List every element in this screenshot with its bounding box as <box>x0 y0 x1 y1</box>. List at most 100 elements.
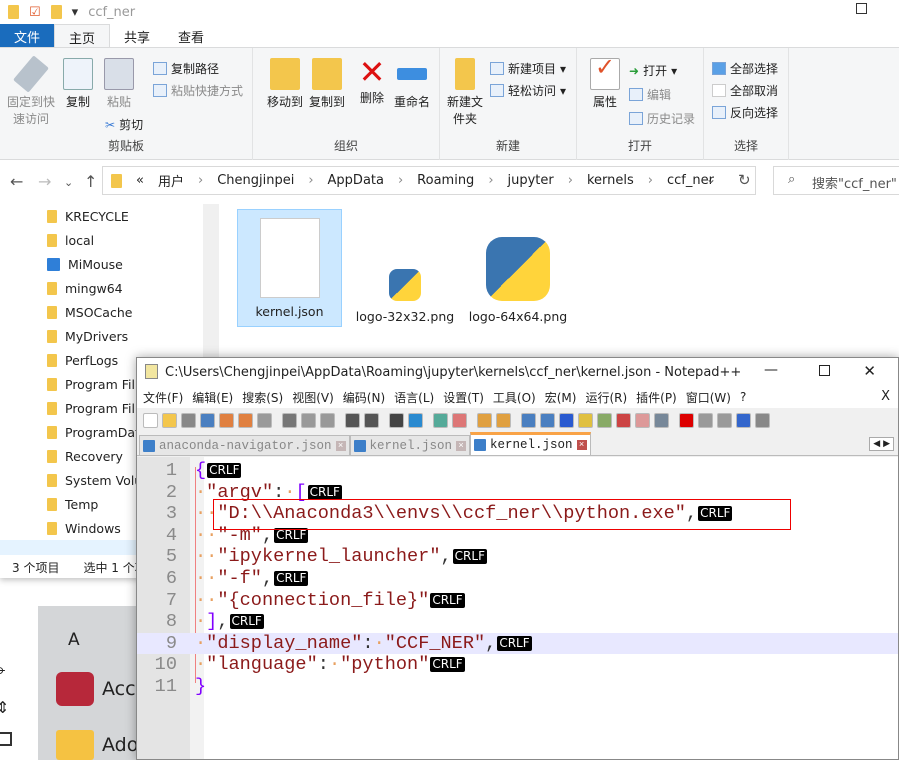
forward-button[interactable]: → <box>38 172 51 191</box>
monitor-icon[interactable] <box>654 412 669 428</box>
sidebar-item[interactable]: MyDrivers <box>0 324 219 348</box>
new-folder-icon[interactable] <box>50 5 62 19</box>
maximize-button[interactable] <box>856 3 867 14</box>
tab-close-icon[interactable]: × <box>456 440 467 451</box>
sync-h-icon[interactable] <box>496 412 511 428</box>
document-tab[interactable]: anaconda-navigator.json × <box>139 435 350 455</box>
menu-item[interactable]: ? <box>740 390 746 404</box>
zoom-in-icon[interactable] <box>433 412 448 428</box>
start-item-folder[interactable]: Ado <box>56 730 138 760</box>
save-macro-icon[interactable] <box>755 412 770 428</box>
breadcrumb-item[interactable]: jupyter <box>508 173 554 188</box>
maximize-button[interactable] <box>819 365 830 376</box>
sidebar-item[interactable]: MSOCache <box>0 300 219 324</box>
menu-item[interactable]: 运行(R) <box>585 389 627 406</box>
undo-icon[interactable] <box>345 412 360 428</box>
up-button[interactable]: ↑ <box>84 172 97 191</box>
sidebar-item[interactable]: MiMouse <box>0 252 219 276</box>
breadcrumb-item[interactable]: AppData <box>328 173 384 188</box>
find-icon[interactable] <box>389 412 404 428</box>
target-icon[interactable]: ⌖ <box>0 658 5 682</box>
menu-item[interactable]: 编码(N) <box>343 389 385 406</box>
tab-share[interactable]: 共享 <box>110 24 164 48</box>
tab-close-icon[interactable]: × <box>576 440 587 450</box>
easy-access-button[interactable]: 轻松访问 ▾ <box>490 82 566 99</box>
copy-icon[interactable] <box>301 412 316 428</box>
udl-icon[interactable] <box>578 412 593 428</box>
folder-workspace-icon[interactable] <box>635 412 650 428</box>
tab-scroll-arrows[interactable]: ◀ ▶ <box>869 437 894 451</box>
play-macro-icon[interactable] <box>717 412 732 428</box>
search-input[interactable]: ⌕ 搜索"ccf_ner" <box>773 166 899 195</box>
cut-button[interactable]: ✂ 剪切 <box>105 116 143 133</box>
print-icon[interactable] <box>257 412 272 428</box>
file-logo-64[interactable]: logo-64x64.png <box>468 237 568 324</box>
menu-item[interactable]: 插件(P) <box>636 389 677 406</box>
menu-item[interactable]: 语言(L) <box>394 389 434 406</box>
file-logo-32[interactable]: logo-32x32.png <box>355 265 455 324</box>
menu-item[interactable]: 宏(M) <box>545 389 577 406</box>
record-macro-icon[interactable] <box>679 412 694 428</box>
breadcrumb-item[interactable]: kernels <box>587 173 634 188</box>
sync-v-icon[interactable] <box>477 412 492 428</box>
copy-path-button[interactable]: 复制路径 <box>153 60 219 77</box>
redo-icon[interactable] <box>364 412 379 428</box>
history-button[interactable]: 历史记录 <box>629 110 695 127</box>
new-item-button[interactable]: 新建项目 ▾ <box>490 60 566 77</box>
window-icon[interactable] <box>0 732 12 746</box>
doc-map-icon[interactable] <box>597 412 612 428</box>
rename-button[interactable]: 重命名 <box>384 48 440 111</box>
menu-item[interactable]: 编辑(E) <box>192 389 233 406</box>
replace-icon[interactable] <box>408 412 423 428</box>
close-document-button[interactable]: X <box>881 389 890 404</box>
save-all-icon[interactable] <box>200 412 215 428</box>
sidebar-item[interactable]: mingw64 <box>0 276 219 300</box>
customize-dropdown-icon[interactable]: ▾ <box>72 5 79 20</box>
word-wrap-icon[interactable] <box>521 412 536 428</box>
back-button[interactable]: ← <box>10 172 23 191</box>
zoom-out-icon[interactable] <box>452 412 467 428</box>
stop-macro-icon[interactable] <box>698 412 713 428</box>
sidebar-item[interactable]: KRECYCLE <box>0 204 219 228</box>
close-all-icon[interactable] <box>238 412 253 428</box>
breadcrumb-item[interactable]: 用户 <box>158 171 184 190</box>
tab-home[interactable]: 主页 <box>54 24 111 48</box>
paste-icon[interactable] <box>320 412 335 428</box>
file-kernel-json[interactable]: kernel.json <box>237 209 342 327</box>
address-bar[interactable]: « 用户 › Chengjinpei › AppData › Roaming › jupyter ›… <box>102 166 756 195</box>
menu-item[interactable]: 窗口(W) <box>686 389 731 406</box>
properties-button[interactable]: ✓ 属性 <box>577 48 633 111</box>
recent-dropdown[interactable]: ⌄ <box>64 176 73 189</box>
select-none-button[interactable]: 全部取消 <box>712 82 778 99</box>
properties-icon[interactable]: ☑ <box>29 5 41 20</box>
open-icon[interactable] <box>162 412 177 428</box>
code-editor[interactable]: 1 {CRLF 2 ·"argv":·[CRLF 3 ··"D:\\Anaconda3\\… <box>137 457 898 759</box>
show-all-chars-icon[interactable] <box>540 412 555 428</box>
document-tab[interactable]: kernel.json × <box>470 432 591 455</box>
tab-file[interactable]: 文件 <box>0 24 54 48</box>
paste-shortcut-button[interactable]: 粘贴快捷方式 <box>153 82 243 99</box>
sidebar-item[interactable]: local <box>0 228 219 252</box>
refresh-button[interactable]: ↻ <box>738 171 751 189</box>
edit-button[interactable]: 编辑 <box>629 86 671 103</box>
document-tab[interactable]: kernel.json × <box>349 435 471 455</box>
breadcrumb-item[interactable]: Chengjinpei <box>217 173 294 188</box>
run-macro-multiple-icon[interactable] <box>736 412 751 428</box>
menu-item[interactable]: 工具(O) <box>493 389 536 406</box>
tab-view[interactable]: 查看 <box>164 24 218 48</box>
close-icon[interactable] <box>219 412 234 428</box>
new-icon[interactable] <box>143 412 158 428</box>
save-icon[interactable] <box>181 412 196 428</box>
menu-item[interactable]: 视图(V) <box>292 389 334 406</box>
start-item-access[interactable]: Acc <box>56 672 136 706</box>
function-list-icon[interactable] <box>616 412 631 428</box>
select-all-button[interactable]: 全部选择 <box>712 60 778 77</box>
cut-icon[interactable] <box>282 412 297 428</box>
breadcrumb-item[interactable]: « <box>136 173 144 188</box>
breadcrumb-item[interactable]: Roaming <box>417 173 474 188</box>
open-button[interactable]: ➜ 打开 ▾ <box>629 62 677 79</box>
new-folder-button[interactable]: 新建文件夹 <box>442 48 488 128</box>
paste-button[interactable]: 粘贴 <box>91 48 147 111</box>
indent-guide-icon[interactable] <box>559 412 574 428</box>
close-button[interactable]: ✕ <box>863 362 876 380</box>
